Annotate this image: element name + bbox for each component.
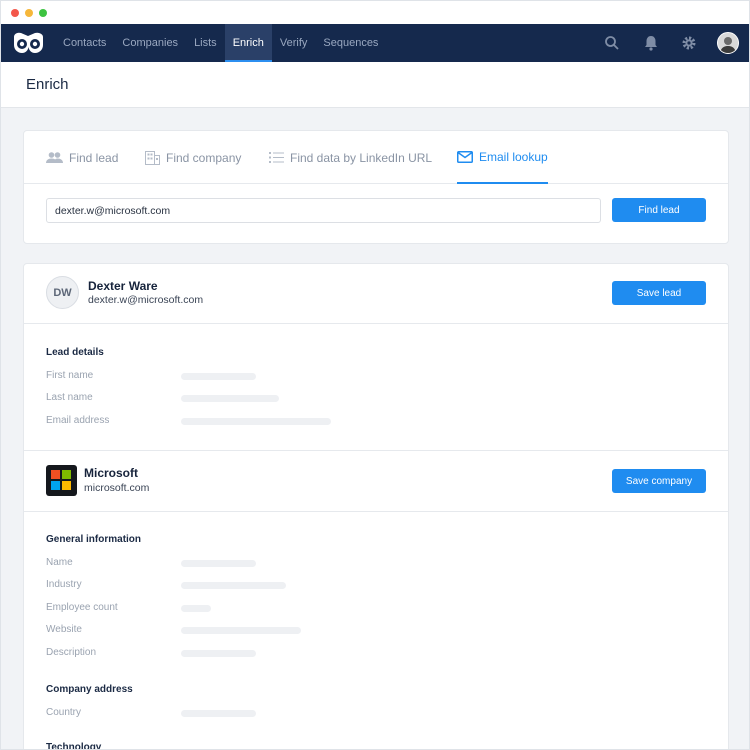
bell-icon[interactable] <box>643 35 659 51</box>
tab-label: Find lead <box>69 150 119 165</box>
building-icon <box>145 150 160 165</box>
first-name-placeholder <box>181 373 256 380</box>
field-label-country: Country <box>46 707 82 718</box>
logo-square-yellow <box>62 481 71 490</box>
user-avatar-icon <box>718 33 738 53</box>
field-label-industry: Industry <box>46 579 82 590</box>
save-company-button[interactable]: Save company <box>612 469 706 493</box>
email-placeholder <box>181 418 331 425</box>
save-lead-button[interactable]: Save lead <box>612 281 706 305</box>
list-icon <box>269 152 284 163</box>
section-divider <box>24 450 728 451</box>
lead-name: Dexter Ware <box>88 279 158 293</box>
close-window-button[interactable] <box>11 9 19 17</box>
tab-label: Find data by LinkedIn URL <box>290 150 433 165</box>
general-information-title: General information <box>46 534 142 545</box>
window-titlebar <box>1 1 749 24</box>
tab-email-lookup[interactable]: Email lookup <box>457 131 548 184</box>
nav-item-enrich[interactable]: Enrich <box>224 24 272 62</box>
maximize-window-button[interactable] <box>39 9 47 17</box>
company-domain: microsoft.com <box>84 482 150 494</box>
microsoft-logo <box>46 465 77 496</box>
minimize-window-button[interactable] <box>25 9 33 17</box>
last-name-placeholder <box>181 395 279 402</box>
tab-label: Email lookup <box>479 149 548 164</box>
top-navbar: Contacts Companies Lists Enrich Verify S… <box>1 24 749 62</box>
tab-find-lead[interactable]: Find lead <box>46 131 118 184</box>
technology-title: Technology <box>46 742 102 750</box>
find-lead-button[interactable]: Find lead <box>612 198 706 222</box>
field-label-email: Email address <box>46 415 110 426</box>
app-window: Contacts Companies Lists Enrich Verify S… <box>0 0 750 750</box>
lead-details-title: Lead details <box>46 347 104 358</box>
main-nav: Contacts Companies Lists Enrich Verify S… <box>55 24 386 62</box>
logo-square-green <box>62 470 71 479</box>
field-label-website: Website <box>46 624 82 635</box>
nav-item-contacts[interactable]: Contacts <box>55 24 114 62</box>
result-card: DW Dexter Ware dexter.w@microsoft.com Sa… <box>23 263 729 750</box>
logo-square-blue <box>51 481 60 490</box>
website-placeholder <box>181 627 301 634</box>
lead-avatar: DW <box>46 276 79 309</box>
email-search-input[interactable] <box>46 198 601 223</box>
description-placeholder <box>181 650 256 657</box>
page-header: Enrich <box>1 62 749 108</box>
people-icon <box>46 152 63 163</box>
field-label-employee-count: Employee count <box>46 602 118 613</box>
nav-item-sequences[interactable]: Sequences <box>315 24 386 62</box>
tab-label: Find company <box>166 150 242 165</box>
tab-find-linkedin[interactable]: Find data by LinkedIn URL <box>269 131 432 184</box>
tab-find-company[interactable]: Find company <box>145 131 241 184</box>
nav-item-lists[interactable]: Lists <box>186 24 225 62</box>
lead-email: dexter.w@microsoft.com <box>88 294 204 306</box>
user-avatar[interactable] <box>717 32 739 54</box>
field-label-last-name: Last name <box>46 392 93 403</box>
app-logo-icon[interactable] <box>12 31 45 55</box>
search-icon[interactable] <box>604 35 620 51</box>
field-label-first-name: First name <box>46 370 94 381</box>
country-placeholder <box>181 710 256 717</box>
nav-item-companies[interactable]: Companies <box>114 24 186 62</box>
employee-count-placeholder <box>181 605 211 612</box>
section-divider <box>24 511 728 512</box>
field-label-name: Name <box>46 557 73 568</box>
company-name: Microsoft <box>84 466 138 480</box>
industry-placeholder <box>181 582 286 589</box>
search-card: Find lead Find company Find data by Link… <box>23 130 729 244</box>
logo-square-red <box>51 470 60 479</box>
gear-icon[interactable] <box>681 35 697 51</box>
lead-header: DW Dexter Ware dexter.w@microsoft.com Sa… <box>24 264 728 324</box>
name-placeholder <box>181 560 256 567</box>
nav-item-verify[interactable]: Verify <box>272 24 316 62</box>
page-title: Enrich <box>26 76 69 93</box>
company-address-title: Company address <box>46 684 133 695</box>
enrich-tabs: Find lead Find company Find data by Link… <box>24 131 728 184</box>
field-label-description: Description <box>46 647 97 658</box>
mail-icon <box>457 150 473 163</box>
